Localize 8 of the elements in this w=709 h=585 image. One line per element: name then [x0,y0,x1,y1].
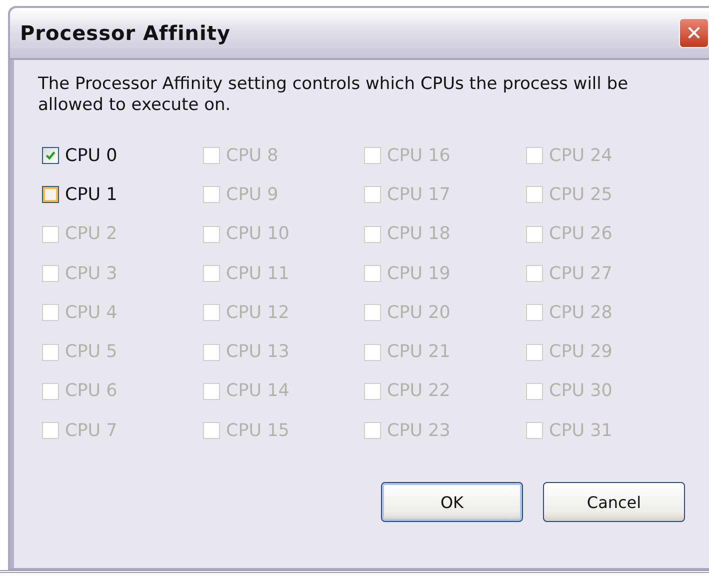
check-icon [45,150,56,162]
cpu-checkbox[interactable]: CPU 0 [42,136,203,176]
dialog-button[interactable]: Cancel [543,482,685,522]
close-button[interactable]: ✕ [679,18,709,48]
description-text: The Processor Affinity setting controls which CPUs the process will be allowed to execute on. [38,74,630,116]
cpu-checkbox[interactable]: CPU 1 [42,175,203,215]
window-title: Processor Affinity [20,21,230,45]
dialog-button[interactable]: OK [381,482,523,522]
